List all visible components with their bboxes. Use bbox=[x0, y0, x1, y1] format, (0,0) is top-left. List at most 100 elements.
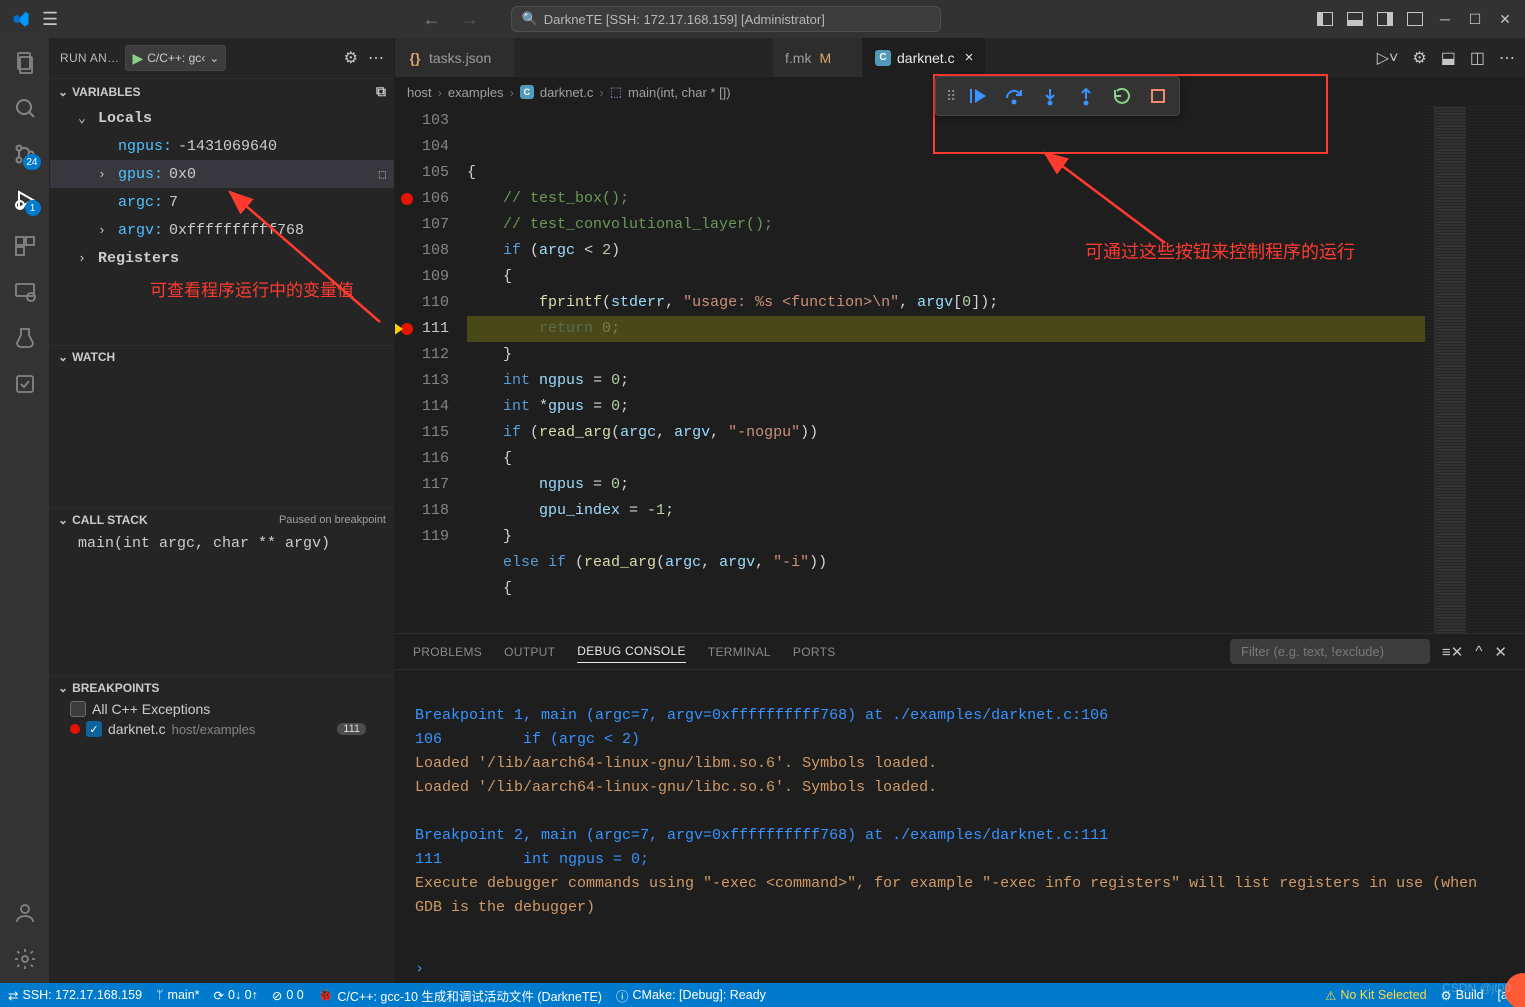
panel: PROBLEMS OUTPUT DEBUG CONSOLE TERMINAL P… bbox=[395, 633, 1525, 983]
info-icon: ⓘ bbox=[616, 986, 629, 1005]
nav-back-icon[interactable]: ← bbox=[423, 9, 441, 30]
window-minimize-icon[interactable]: ─ bbox=[1437, 11, 1453, 27]
gear-icon[interactable]: ⚙ bbox=[1412, 48, 1426, 68]
section-watch[interactable]: ⌄ WATCH bbox=[50, 346, 394, 368]
more-icon[interactable]: ⋯ bbox=[368, 48, 384, 68]
filter-input[interactable] bbox=[1230, 639, 1430, 664]
debug-console-output[interactable]: Breakpoint 1, main (argc=7, argv=0xfffff… bbox=[395, 670, 1525, 959]
chevron-down-icon: ⌄ bbox=[58, 681, 68, 695]
layout-bottom-icon[interactable] bbox=[1347, 12, 1363, 26]
chevron-down-icon: ⌄ bbox=[58, 85, 68, 99]
status-remote[interactable]: ⇄SSH: 172.17.168.159 bbox=[8, 988, 142, 1003]
explorer-icon[interactable] bbox=[11, 48, 39, 76]
cmake-icon[interactable] bbox=[11, 370, 39, 398]
checkbox[interactable] bbox=[70, 701, 86, 717]
run-dropdown-icon[interactable]: ▷˅ bbox=[1377, 48, 1399, 68]
split-icon[interactable]: ◫ bbox=[1470, 48, 1485, 68]
status-problems[interactable]: ⊘0 0 bbox=[272, 988, 304, 1003]
var-ngpus[interactable]: ngpus: -1431069640 bbox=[50, 132, 394, 160]
callstack-frame[interactable]: main(int argc, char ** argv) bbox=[50, 531, 394, 556]
locals-node[interactable]: ⌄Locals bbox=[50, 104, 394, 132]
gutter: 103 104105 106 107108109110 111 11211311… bbox=[395, 106, 467, 633]
tab-darknet-c[interactable]: C darknet.c × bbox=[863, 38, 986, 77]
status-task[interactable]: 🐞C/C++: gcc-10 生成和调试活动文件 (DarkneTE) bbox=[318, 986, 602, 1005]
stop-icon[interactable] bbox=[1147, 85, 1169, 107]
layout-custom-icon[interactable] bbox=[1407, 12, 1423, 26]
tab-fmk[interactable]: f.mk M bbox=[773, 38, 863, 77]
chevron-down-icon: ⌄ bbox=[58, 513, 68, 527]
debug-toolbar[interactable]: ⠿ bbox=[935, 76, 1180, 116]
window-maximize-icon[interactable]: ☐ bbox=[1467, 11, 1483, 28]
clear-icon[interactable]: ≡✕ bbox=[1442, 643, 1463, 661]
step-out-icon[interactable] bbox=[1075, 85, 1097, 107]
more-icon[interactable]: ⋯ bbox=[1499, 48, 1515, 68]
symbol-function-icon: ⬚ bbox=[610, 84, 622, 100]
callstack-state: Paused on breakpoint bbox=[279, 514, 386, 526]
tabbar: {} tasks.json f.mk M C darknet.c × ▷˅ ⚙ … bbox=[395, 38, 1525, 78]
restart-icon[interactable] bbox=[1111, 85, 1133, 107]
run-debug-icon[interactable]: 1 bbox=[11, 186, 39, 214]
status-cmake[interactable]: ⓘCMake: [Debug]: Ready bbox=[616, 986, 766, 1005]
bp-file-darknet[interactable]: ✓ darknet.c host/examples 111 bbox=[50, 719, 394, 739]
step-over-icon[interactable] bbox=[1003, 85, 1025, 107]
search-icon[interactable] bbox=[11, 94, 39, 122]
menu-icon[interactable]: ☰ bbox=[42, 9, 58, 30]
continue-icon[interactable] bbox=[967, 85, 989, 107]
gear-icon[interactable]: ⚙ bbox=[344, 48, 358, 68]
panel-tab-terminal[interactable]: TERMINAL bbox=[708, 641, 771, 663]
var-argv[interactable]: ›argv: 0xffffffffff768 bbox=[50, 216, 394, 244]
step-into-icon[interactable] bbox=[1039, 85, 1061, 107]
section-callstack[interactable]: ⌄ CALL STACK Paused on breakpoint bbox=[50, 509, 394, 531]
c-file-icon: C bbox=[520, 85, 534, 99]
maximize-panel-icon[interactable]: ^ bbox=[1475, 643, 1482, 660]
code-content[interactable]: { // test_box(); // test_convolutional_l… bbox=[467, 106, 1425, 633]
scm-icon[interactable]: 24 bbox=[11, 140, 39, 168]
layout-right-icon[interactable] bbox=[1377, 12, 1393, 26]
layout-left-icon[interactable] bbox=[1317, 12, 1333, 26]
panel-tab-debug-console[interactable]: DEBUG CONSOLE bbox=[577, 640, 686, 663]
copy-icon[interactable]: ⧉ bbox=[376, 83, 386, 100]
section-title: WATCH bbox=[72, 350, 115, 364]
var-gpus[interactable]: ›gpus: 0x0⬚ bbox=[50, 160, 394, 188]
panel-tab-problems[interactable]: PROBLEMS bbox=[413, 641, 482, 663]
section-breakpoints[interactable]: ⌄ BREAKPOINTS bbox=[50, 677, 394, 699]
save-icon[interactable]: ⬓ bbox=[1441, 48, 1456, 68]
grip-icon[interactable]: ⠿ bbox=[946, 88, 953, 105]
bp-all-exceptions[interactable]: All C++ Exceptions bbox=[50, 699, 394, 719]
var-argc[interactable]: argc: 7 bbox=[50, 188, 394, 216]
status-branch[interactable]: ᛘmain* bbox=[156, 988, 199, 1002]
git-branch-icon: ᛘ bbox=[156, 988, 164, 1002]
window-close-icon[interactable]: ✕ bbox=[1497, 11, 1513, 28]
error-icon: ⊘ bbox=[272, 988, 282, 1003]
command-center[interactable]: 🔍 DarkneTE [SSH: 172.17.168.159] [Admini… bbox=[511, 6, 941, 32]
testing-icon[interactable] bbox=[11, 324, 39, 352]
debug-icon: 🐞 bbox=[318, 988, 334, 1003]
scm-badge: 24 bbox=[23, 154, 40, 170]
settings-gear-icon[interactable] bbox=[11, 945, 39, 973]
section-variables[interactable]: ⌄ VARIABLES ⧉ bbox=[50, 79, 394, 104]
code-editor[interactable]: 103 104105 106 107108109110 111 11211311… bbox=[395, 106, 1525, 633]
close-icon[interactable]: × bbox=[965, 49, 974, 66]
minimap[interactable] bbox=[1425, 106, 1525, 633]
statusbar: ⇄SSH: 172.17.168.159 ᛘmain* ⟳0↓ 0↑ ⊘0 0 … bbox=[0, 983, 1525, 1007]
status-sync[interactable]: ⟳0↓ 0↑ bbox=[214, 988, 258, 1003]
json-icon: {} bbox=[407, 50, 423, 66]
annotation-toolbar: 可通过这些按钮来控制程序的运行 bbox=[1085, 238, 1355, 264]
account-icon[interactable] bbox=[11, 899, 39, 927]
status-nokit[interactable]: ⚠No Kit Selected bbox=[1325, 988, 1426, 1003]
close-panel-icon[interactable]: ✕ bbox=[1494, 643, 1507, 661]
nav-forward-icon[interactable]: → bbox=[461, 9, 479, 30]
panel-tab-output[interactable]: OUTPUT bbox=[504, 641, 555, 663]
remote-explorer-icon[interactable] bbox=[11, 278, 39, 306]
search-icon: 🔍 bbox=[522, 11, 538, 27]
console-prompt[interactable]: › bbox=[395, 959, 1525, 983]
debug-config-dropdown[interactable]: ▶ C/C++: gc‹ ⌄ bbox=[125, 45, 226, 71]
tab-tasks-json[interactable]: {} tasks.json bbox=[395, 38, 515, 77]
debug-badge: 1 bbox=[25, 200, 41, 216]
vscode-logo-icon bbox=[12, 10, 30, 28]
checkbox-checked[interactable]: ✓ bbox=[86, 721, 102, 737]
panel-tab-ports[interactable]: PORTS bbox=[793, 641, 836, 663]
extensions-icon[interactable] bbox=[11, 232, 39, 260]
view-hex-icon[interactable]: ⬚ bbox=[379, 167, 386, 182]
registers-node[interactable]: ›Registers bbox=[50, 244, 394, 272]
